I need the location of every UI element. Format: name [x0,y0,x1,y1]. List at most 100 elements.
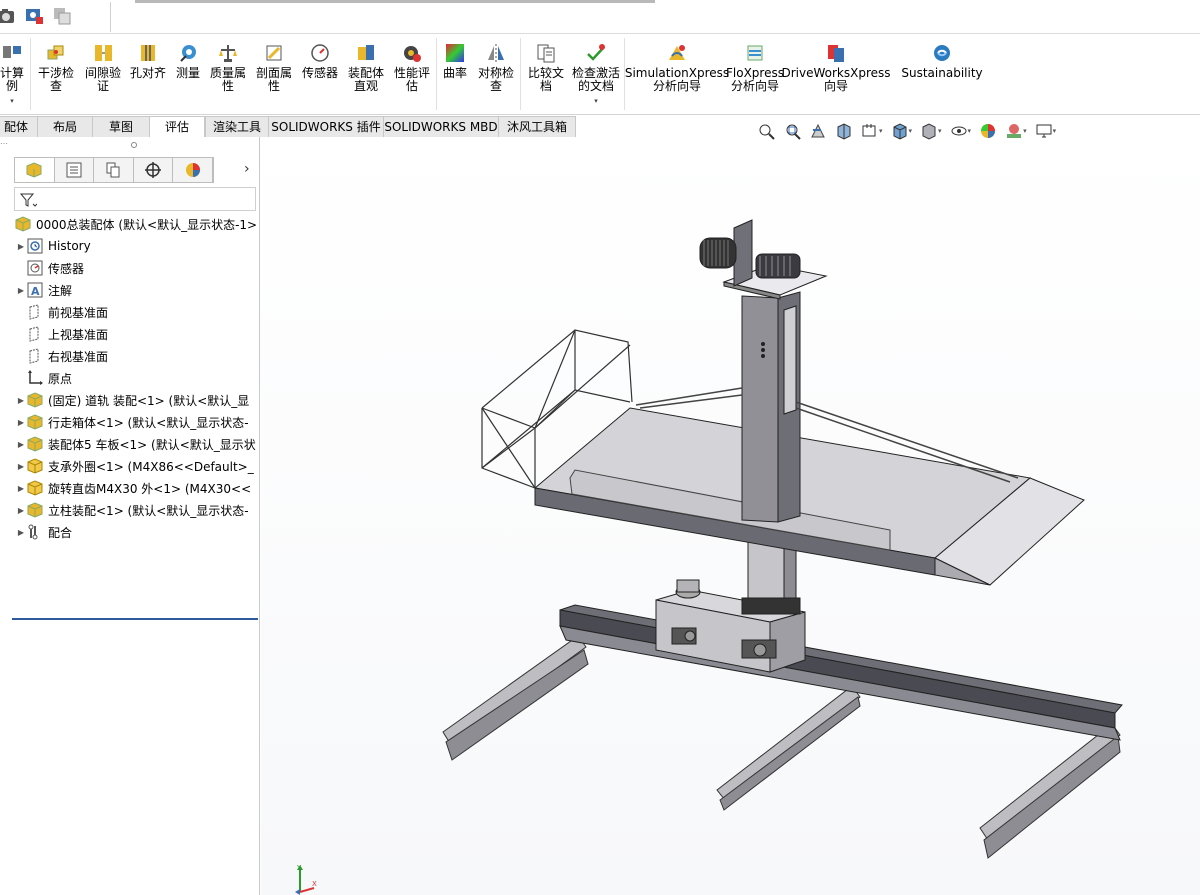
section-view-button[interactable] [831,120,857,142]
model-assembly[interactable] [261,137,1200,895]
tree-item-label: 配合 [48,525,73,540]
tree-item-label: 原点 [48,371,73,386]
expand-arrow-icon[interactable]: ▶ [16,418,26,427]
tree-item-rotating-spur-gear[interactable]: ▶ 旋转直齿M4X30 外<1> (M4X30<< [16,477,274,499]
tab-assembly[interactable]: 配体 [0,116,38,137]
tree-item-cart-plate-assembly[interactable]: ▶ 装配体5 车板<1> (默认<默认_显示状 [16,433,274,455]
expand-arrow-icon[interactable]: ▶ [16,286,26,295]
tree-root[interactable]: 0000总装配体 (默认<默认_显示状态-1> [14,213,272,235]
driveworksxpress-button[interactable]: DriveWorksXpress 向导 [781,42,891,93]
tree-item-sensors[interactable]: 传感器 [16,257,274,279]
chevron-down-icon[interactable]: ▾ [938,127,942,135]
tab-solidworks-addins[interactable]: SOLIDWORKS 插件 [268,116,384,137]
zoom-to-area-button[interactable] [779,120,805,142]
section-properties-button[interactable]: 剖面属 性 [252,42,296,93]
tab-property-manager[interactable] [55,158,95,182]
tree-item-label: 旋转直齿M4X30 外<1> (M4X30<< [48,481,252,496]
tree-item-annotations[interactable]: ▶ A 注解 [16,279,274,301]
tab-mufeng-toolbox[interactable]: 沐风工具箱 [498,116,576,137]
tab-evaluate[interactable]: 评估 [149,116,205,137]
assembly-icon [27,392,43,408]
chevron-down-icon[interactable]: ▾ [1023,127,1027,135]
mass-properties-button[interactable]: 质量属 性 [206,42,250,93]
sensor-button[interactable]: 传感器 [298,42,342,80]
history-icon [27,238,43,254]
tab-layout[interactable]: 布局 [37,116,93,137]
check-active-document-button[interactable]: 检查激活 的文档 ▾ [568,42,624,108]
chevron-down-icon[interactable]: ▾ [909,127,913,135]
expand-arrow-icon[interactable]: ▶ [16,506,26,515]
tab-solidworks-mbd[interactable]: SOLIDWORKS MBD [383,116,499,137]
chevron-down-icon[interactable]: ▾ [1053,127,1057,135]
tab-sketch[interactable]: 草图 [92,116,150,137]
command-manager-tabs: 配体 布局 草图 评估 渲染工具 SOLIDWORKS 插件 SOLIDWORK… [0,115,580,137]
edit-appearance-button[interactable] [975,120,1001,142]
assembly-icon [27,414,43,430]
panel-grip[interactable]: ⋯ [0,139,14,148]
clearance-button[interactable]: 间隙验 证 [82,42,124,93]
plane-icon [29,326,39,342]
interference-check-button[interactable]: 干涉检 查 [36,42,76,93]
hole-align-button[interactable]: 孔对齐 [128,42,168,80]
triad-y-label: Y [296,864,302,872]
zoom-area-icon [786,124,801,140]
tree-root-label: 0000总装配体 (默认<默认_显示状态-1> [36,217,258,232]
previous-view-icon [811,123,825,138]
simulationxpress-button[interactable]: SimulationXpress 分析向导 [625,42,729,93]
chevron-down-icon[interactable]: ▾ [10,95,14,108]
panel-pin-icon[interactable] [131,142,137,148]
screenshot-icon[interactable] [24,6,44,26]
expand-arrow-icon[interactable]: ▶ [16,242,26,251]
chevron-down-icon[interactable]: ▾ [594,95,598,108]
tree-item-right-plane[interactable]: 右视基准面 [16,345,274,367]
measure-button[interactable]: 测量 [172,42,204,80]
simulationxpress-icon [669,45,685,60]
sustainability-label: Sustainability [901,66,983,80]
tree-item-column-assembly[interactable]: ▶ 立柱装配<1> (默认<默认_显示状态- [16,499,274,521]
calc-icon [3,46,21,58]
camera-icon[interactable] [0,6,16,26]
sensor-label: 传感器 [301,66,338,80]
floxpress-label: FloXpress 分析向导 [726,66,784,93]
assembly-visualization-button[interactable]: 装配体 直观 [344,42,388,93]
calc-button[interactable]: 计算 例 ▾ [0,42,28,108]
tree-item-top-plane[interactable]: 上视基准面 [16,323,274,345]
origin-icon [28,370,43,385]
expand-arrow-icon[interactable]: ▶ [16,440,26,449]
tree-item-travel-box[interactable]: ▶ 行走箱体<1> (默认<默认_显示状态- [16,411,274,433]
floxpress-button[interactable]: FloXpress 分析向导 [726,42,784,93]
sustainability-button[interactable]: Sustainability [901,42,983,80]
tree-item-label: History [48,239,91,253]
tree-filter[interactable] [14,187,256,211]
zoom-to-fit-button[interactable] [753,120,779,142]
expand-arrow-icon[interactable]: ▶ [16,462,26,471]
tree-item-mates[interactable]: ▶ 配合 [16,521,274,543]
tab-display-manager[interactable] [173,158,213,182]
tab-render-tools[interactable]: 渲染工具 [205,116,269,137]
expand-arrow-icon[interactable]: ▶ [16,484,26,493]
previous-view-button[interactable] [805,120,831,142]
chevron-right-icon[interactable]: › [244,161,250,177]
interference-icon [47,45,64,60]
chevron-down-icon[interactable]: ▾ [968,127,972,135]
expand-arrow-icon[interactable]: ▶ [16,396,26,405]
expand-arrow-icon[interactable]: ▶ [16,528,26,537]
curvature-button[interactable]: 曲率 [440,42,470,80]
copy-view-icon[interactable] [52,6,72,26]
performance-evaluation-button[interactable]: 性能评 估 [390,42,434,93]
chevron-down-icon[interactable]: ▾ [879,127,883,135]
tree-item-rail-assembly[interactable]: ▶ (固定) 道轨 装配<1> (默认<默认_显 [16,389,274,411]
tree-item-label: 前视基准面 [48,305,109,320]
tab-dimxpert-manager[interactable] [134,158,174,182]
tab-configuration-manager[interactable] [94,158,134,182]
compare-documents-button[interactable]: 比较文 档 [524,42,568,93]
tree-item-origin[interactable]: 原点 [16,367,274,389]
driveworks-label: DriveWorksXpress 向导 [781,66,891,93]
graphics-viewport[interactable]: ▾ ▾ ▾ ▾ ▾ ▾ [261,123,1200,895]
tab-feature-manager[interactable] [15,158,55,182]
tree-item-support-outer-ring[interactable]: ▶ 支承外圈<1> (M4X86<<Default>_ [16,455,274,477]
compare-label: 比较文 档 [527,66,564,93]
tree-item-front-plane[interactable]: 前视基准面 [16,301,274,323]
symmetry-check-button[interactable]: 对称检 查 [474,42,518,93]
tree-item-history[interactable]: ▶ History [16,235,274,257]
